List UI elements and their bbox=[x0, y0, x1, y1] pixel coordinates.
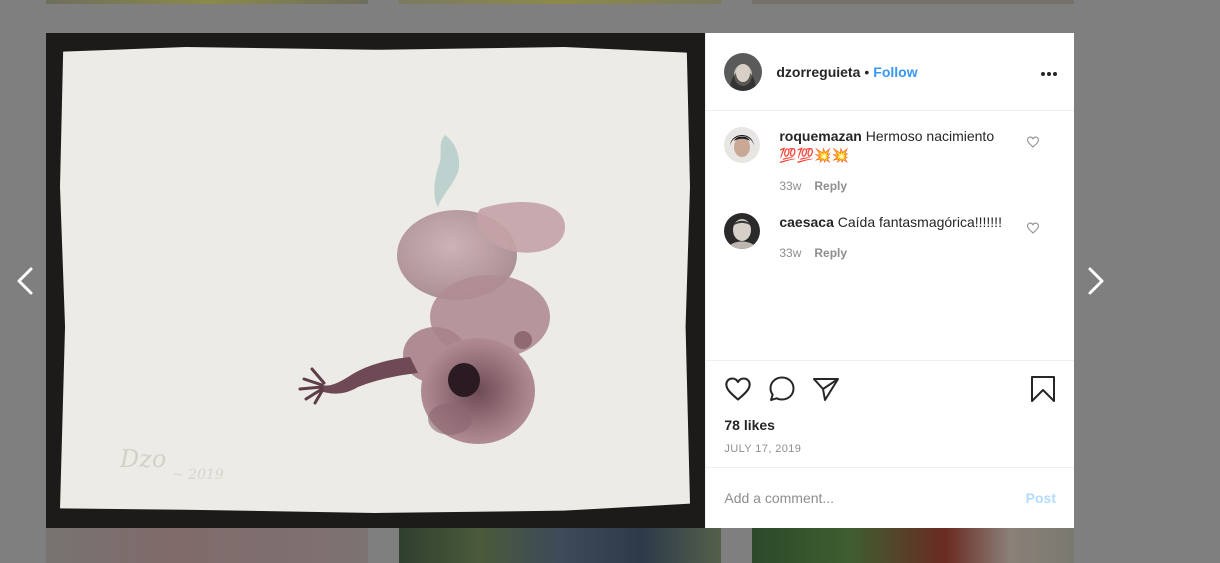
more-options-icon[interactable] bbox=[1040, 61, 1058, 82]
commenter-avatar[interactable] bbox=[724, 213, 761, 249]
svg-text:~ 2019: ~ 2019 bbox=[172, 467, 224, 483]
next-post-button[interactable] bbox=[1081, 264, 1111, 298]
likes-count[interactable]: 78 likes bbox=[706, 417, 1074, 437]
bookmark-icon[interactable] bbox=[1030, 375, 1056, 403]
comment-item: roquemazan Hermoso nacimiento 💯💯💥💥 33w R… bbox=[724, 127, 1058, 193]
grid-thumbnail[interactable] bbox=[399, 528, 721, 563]
comments-list: roquemazan Hermoso nacimiento 💯💯💥💥 33w R… bbox=[706, 111, 1074, 360]
post-image[interactable]: Dzo ~ 2019 bbox=[46, 33, 706, 528]
reply-button[interactable]: Reply bbox=[814, 179, 847, 193]
post-comment-button[interactable]: Post bbox=[1026, 490, 1056, 506]
post-sidebar: dzorreguieta • Follow roquemazan Hermoso… bbox=[705, 33, 1074, 528]
post-date[interactable]: JULY 17, 2019 bbox=[706, 437, 1074, 467]
reply-button[interactable]: Reply bbox=[814, 246, 847, 260]
grid-thumbnail[interactable] bbox=[46, 0, 368, 4]
comment-age[interactable]: 33w bbox=[779, 179, 801, 193]
comment-item: caesaca Caída fantasmagórica!!!!!!! 33w … bbox=[724, 213, 1058, 260]
watercolor-paper: Dzo ~ 2019 bbox=[60, 47, 690, 513]
comment-icon[interactable] bbox=[768, 375, 796, 403]
comment-text: roquemazan Hermoso nacimiento 💯💯💥💥 bbox=[779, 127, 1019, 165]
post-actions bbox=[706, 360, 1074, 417]
chevron-left-icon bbox=[17, 267, 33, 295]
author-avatar[interactable] bbox=[724, 52, 763, 91]
grid-thumbnail[interactable] bbox=[752, 0, 1074, 4]
share-icon[interactable] bbox=[812, 376, 840, 402]
chevron-right-icon bbox=[1088, 267, 1104, 295]
comment-input[interactable] bbox=[724, 490, 1026, 506]
like-comment-icon[interactable] bbox=[1026, 135, 1040, 153]
comment-username[interactable]: caesaca bbox=[779, 214, 834, 230]
svg-text:Dzo: Dzo bbox=[119, 445, 166, 473]
heart-icon[interactable] bbox=[724, 376, 752, 402]
grid-thumbnail[interactable] bbox=[399, 0, 721, 4]
post-modal: Dzo ~ 2019 dzorreguieta • Follow roquema… bbox=[46, 33, 1074, 528]
comment-text: caesaca Caída fantasmagórica!!!!!!! bbox=[779, 213, 1019, 232]
previous-post-button[interactable] bbox=[10, 264, 40, 298]
author-username[interactable]: dzorreguieta bbox=[776, 64, 860, 80]
post-header: dzorreguieta • Follow bbox=[706, 33, 1074, 111]
comment-username[interactable]: roquemazan bbox=[779, 128, 861, 144]
grid-thumbnail[interactable] bbox=[752, 528, 1074, 563]
watercolor-figure: Dzo ~ 2019 bbox=[119, 135, 565, 483]
follow-button[interactable]: Follow bbox=[873, 64, 917, 80]
commenter-avatar[interactable] bbox=[724, 127, 761, 163]
comment-age[interactable]: 33w bbox=[779, 246, 801, 260]
grid-thumbnail[interactable] bbox=[46, 528, 368, 563]
like-comment-icon[interactable] bbox=[1026, 221, 1040, 239]
comment-message: Caída fantasmagórica!!!!!!! bbox=[837, 214, 1002, 230]
separator-dot: • bbox=[864, 63, 870, 80]
add-comment-bar: Post bbox=[706, 467, 1074, 528]
